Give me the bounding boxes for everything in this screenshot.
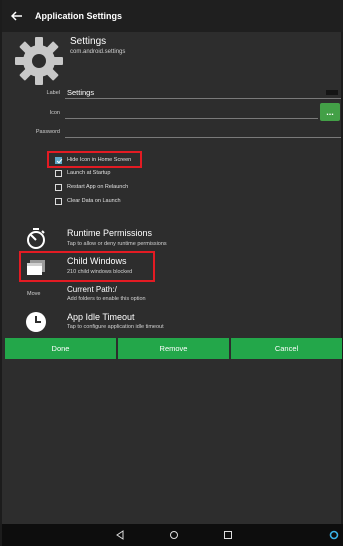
section-title: App Idle Timeout xyxy=(67,312,135,322)
section-subtitle: Tap to allow or deny runtime permissions xyxy=(67,241,167,247)
nav-home-icon[interactable] xyxy=(168,529,180,541)
idle-timeout-row[interactable]: App Idle Timeout Tap to configure applic… xyxy=(2,310,343,334)
password-field[interactable] xyxy=(65,137,341,138)
section-subtitle: Add folders to enable this option xyxy=(67,296,146,302)
cancel-button[interactable]: Cancel xyxy=(231,338,342,359)
remove-button[interactable]: Remove xyxy=(118,338,229,359)
clock-icon xyxy=(24,310,48,334)
section-title: Runtime Permissions xyxy=(67,228,153,238)
runtime-permissions-row[interactable]: Runtime Permissions Tap to allow or deny… xyxy=(2,226,343,250)
app-bar-title: Application Settings xyxy=(35,11,123,21)
app-header: Settings com.android.settings xyxy=(14,36,334,86)
option-launch-startup[interactable]: Launch at Startup xyxy=(55,168,110,178)
nav-back-icon[interactable] xyxy=(114,529,126,541)
highlight-box xyxy=(19,251,155,282)
label-field-end xyxy=(326,90,338,95)
app-bar: Application Settings xyxy=(2,0,343,32)
checkbox[interactable] xyxy=(55,169,62,177)
app-window: Application Settings Settings com.androi… xyxy=(0,0,343,546)
label-underline xyxy=(65,98,341,99)
app-name: Settings xyxy=(70,36,107,47)
nav-recents-icon[interactable] xyxy=(222,529,234,541)
option-label: Clear Data on Launch xyxy=(67,198,121,204)
highlight-box xyxy=(47,151,142,168)
option-label: Launch at Startup xyxy=(67,170,111,176)
back-arrow-icon[interactable] xyxy=(2,0,32,32)
icon-caption: Icon xyxy=(49,110,60,116)
option-label: Restart App on Relaunch xyxy=(67,184,129,190)
system-nav-bar xyxy=(2,524,343,546)
label-caption: Label xyxy=(46,90,60,96)
stopwatch-icon xyxy=(24,226,48,250)
checkbox[interactable] xyxy=(55,183,62,191)
password-caption: Password xyxy=(35,129,60,135)
assistant-icon[interactable] xyxy=(328,529,340,541)
option-clear-data[interactable]: Clear Data on Launch xyxy=(55,196,121,206)
action-buttons: Done Remove Cancel xyxy=(5,338,342,359)
gear-icon xyxy=(14,36,64,86)
app-package: com.android.settings xyxy=(70,49,126,55)
icon-underline xyxy=(65,118,318,119)
section-subtitle: Tap to configure application idle timeou… xyxy=(67,324,164,330)
icon-picker-button[interactable]: ... xyxy=(320,103,340,121)
done-button[interactable]: Done xyxy=(5,338,116,359)
section-title: Current Path:/ xyxy=(67,285,117,294)
option-restart-app[interactable]: Restart App on Relaunch xyxy=(55,182,128,192)
label-field[interactable]: Settings xyxy=(67,88,94,97)
checkbox[interactable] xyxy=(55,197,62,205)
move-row: Current Path:/ Add folders to enable thi… xyxy=(2,285,343,305)
